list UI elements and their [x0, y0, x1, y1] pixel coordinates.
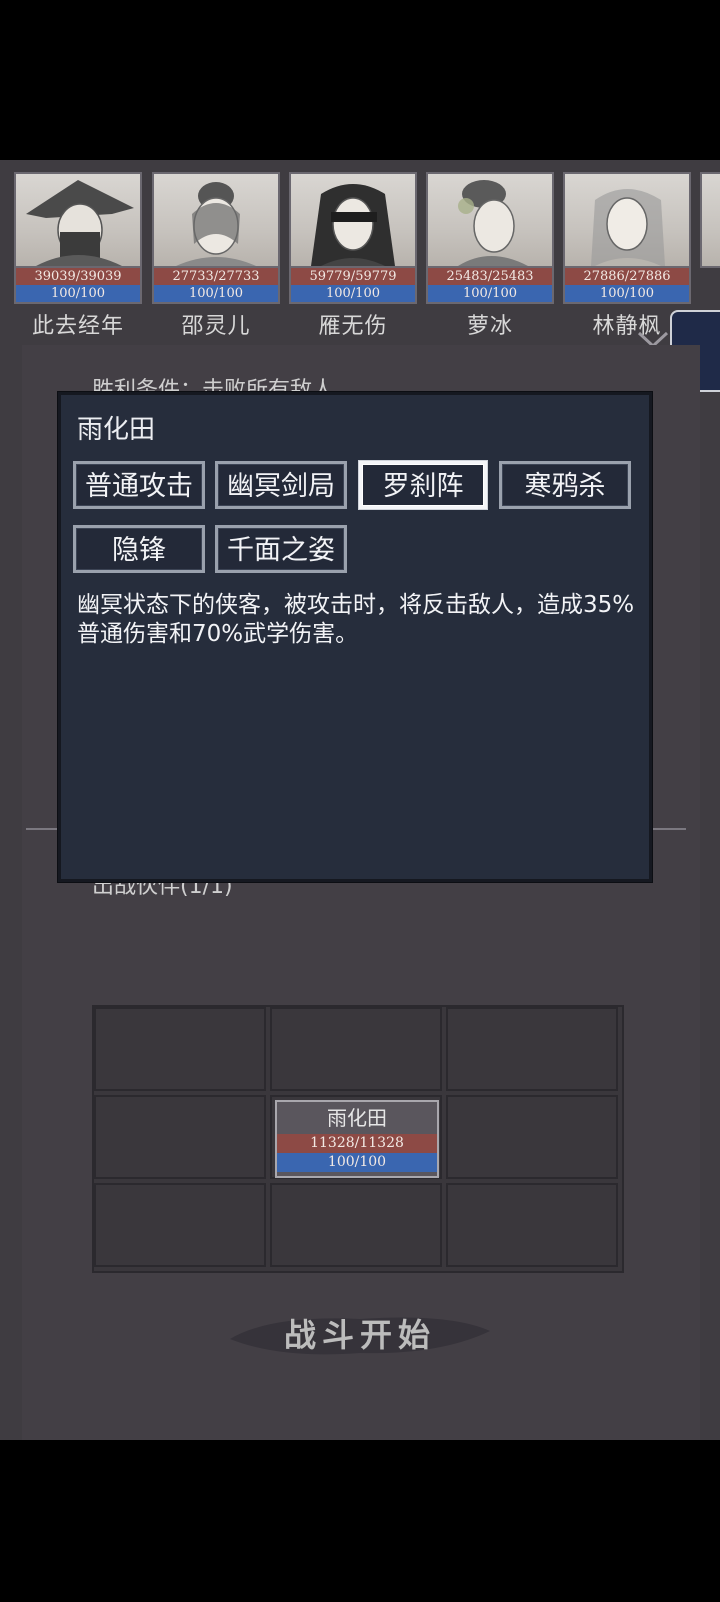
- character-skill-dialog: 雨化田 普通攻击 幽冥剑局 罗刹阵 寒鸦杀 隐锋 千面之姿 幽冥状态下的侠客，被…: [58, 392, 652, 882]
- skill-button-youming-jianju[interactable]: 幽冥剑局: [215, 461, 347, 509]
- start-battle-button[interactable]: 战斗开始: [230, 1295, 490, 1375]
- formation-cell[interactable]: [94, 1183, 266, 1267]
- formation-cell[interactable]: [270, 1183, 442, 1267]
- skill-button-hanya-sha[interactable]: 寒鸦杀: [499, 461, 631, 509]
- formation-cell[interactable]: [94, 1095, 266, 1179]
- hero-name: 此去经年: [31, 314, 124, 339]
- enemy-hp-bar: 11328/11328: [277, 1134, 437, 1153]
- skill-button-yinfeng[interactable]: 隐锋: [73, 525, 205, 573]
- skill-button-qianmian-zhizi[interactable]: 千面之姿: [215, 525, 347, 573]
- hero-portrait: [426, 172, 554, 268]
- hero-hp-bar: 25483/25483: [426, 268, 554, 285]
- hero-mp-bar: 100/100: [289, 285, 417, 304]
- hero-card-partial[interactable]: [700, 172, 720, 268]
- hero-portrait: [152, 172, 280, 268]
- hero-hp-bar: 27733/27733: [152, 268, 280, 285]
- hero-mp-bar: 100/100: [14, 285, 142, 304]
- hero-portrait: [14, 172, 142, 268]
- skill-description: 幽冥状态下的侠客，被攻击时，将反击敌人，造成35%普通伤害和70%武学伤害。: [77, 592, 635, 647]
- hero-name: 萝冰: [466, 314, 513, 339]
- formation-cell[interactable]: [94, 1007, 266, 1091]
- hero-hp-bar: 27886/27886: [563, 268, 691, 285]
- hero-card-2[interactable]: 59779/59779 100/100 雁无伤: [289, 172, 417, 340]
- hero-mp-bar: 100/100: [426, 285, 554, 304]
- dialog-title: 雨化田: [77, 415, 156, 445]
- hero-card-3[interactable]: 25483/25483 100/100 萝冰: [426, 172, 554, 340]
- formation-cell[interactable]: [446, 1183, 618, 1267]
- hero-portrait: [700, 172, 720, 268]
- skill-button-luocha-zhen[interactable]: 罗刹阵: [359, 461, 487, 509]
- hero-mp-bar: 100/100: [152, 285, 280, 304]
- hero-roster[interactable]: 39039/39039 100/100 此去经年 27733/27733 100…: [0, 172, 720, 339]
- enemy-mp-bar: 100/100: [277, 1153, 437, 1172]
- formation-cell[interactable]: [270, 1007, 442, 1091]
- hero-hp-bar: 39039/39039: [14, 268, 142, 285]
- hero-hp-bar: 59779/59779: [289, 268, 417, 285]
- hero-portrait: [563, 172, 691, 268]
- hero-card-0[interactable]: 39039/39039 100/100 此去经年: [14, 172, 142, 340]
- hero-name: 雁无伤: [318, 314, 388, 339]
- enemy-unit-card[interactable]: 雨化田 11328/11328 100/100: [275, 1100, 439, 1178]
- hero-portrait: [289, 172, 417, 268]
- skill-button-normal-attack[interactable]: 普通攻击: [73, 461, 205, 509]
- hero-mp-bar: 100/100: [563, 285, 691, 304]
- enemy-name: 雨化田: [327, 1106, 387, 1130]
- hero-card-1[interactable]: 27733/27733 100/100 邵灵儿: [152, 172, 280, 340]
- hero-name: 邵灵儿: [181, 314, 251, 339]
- formation-cell[interactable]: [446, 1095, 618, 1179]
- formation-cell[interactable]: [446, 1007, 618, 1091]
- start-battle-label: 战斗开始: [283, 1316, 436, 1354]
